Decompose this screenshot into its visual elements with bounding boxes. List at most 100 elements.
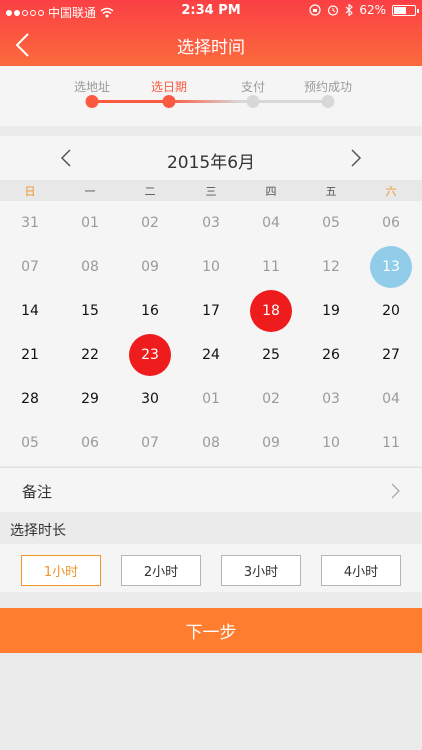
- battery-percent: 62%: [359, 3, 386, 17]
- page-title: 选择时间: [177, 38, 245, 58]
- calendar-day[interactable]: 04: [361, 377, 421, 421]
- calendar-day-number: 03: [202, 215, 220, 231]
- calendar-day-number: 08: [202, 435, 220, 451]
- duration-option-button[interactable]: 2小时: [121, 555, 201, 586]
- calendar-day-number: 16: [141, 303, 159, 319]
- step-dot: [162, 95, 176, 108]
- calendar-day[interactable]: 17: [181, 289, 241, 333]
- calendar-day-number: 02: [262, 391, 280, 407]
- weekday-label: 二: [144, 185, 156, 198]
- calendar-day[interactable]: 01: [181, 377, 241, 421]
- calendar-day-number: 28: [21, 391, 39, 407]
- calendar-day[interactable]: 26: [301, 333, 361, 377]
- duration-option-button[interactable]: 3小时: [221, 555, 301, 586]
- calendar-day-number: 03: [322, 391, 340, 407]
- step-dot: [246, 95, 260, 108]
- calendar-day[interactable]: 04: [241, 201, 301, 245]
- calendar-day[interactable]: 02: [120, 201, 180, 245]
- step-label: 预约成功: [303, 80, 353, 94]
- month-header: 2015年6月: [0, 136, 422, 180]
- calendar-day[interactable]: 05: [301, 201, 361, 245]
- calendar-day-number: 17: [202, 303, 220, 319]
- weekday-row: 日一二三四五六: [0, 180, 422, 201]
- calendar-day-number: 20: [382, 303, 400, 319]
- calendar-day[interactable]: 08: [181, 421, 241, 465]
- calendar-day[interactable]: 27: [361, 333, 421, 377]
- calendar-day-number: 23: [141, 347, 159, 363]
- calendar-day[interactable]: 13: [361, 245, 421, 289]
- calendar-day-number: 27: [382, 347, 400, 363]
- calendar-day-number: 05: [322, 215, 340, 231]
- calendar-day[interactable]: 02: [241, 377, 301, 421]
- calendar: 2015年6月 日 一 二 三 四 五 六 31 01 02 03 04 05 06 07 08 09 10 11…: [0, 136, 422, 466]
- calendar-day[interactable]: 09: [241, 421, 301, 465]
- calendar-day-number: 13: [382, 259, 400, 275]
- calendar-day[interactable]: 29: [60, 377, 120, 421]
- calendar-day[interactable]: 06: [60, 421, 120, 465]
- calendar-day[interactable]: 05: [0, 421, 60, 465]
- next-step-button[interactable]: 下一步: [0, 608, 422, 653]
- calendar-day-number: 04: [262, 215, 280, 231]
- calendar-day-number: 22: [81, 347, 99, 363]
- calendar-day[interactable]: 11: [361, 421, 421, 465]
- calendar-day-number: 02: [141, 215, 159, 231]
- calendar-day[interactable]: 15: [60, 289, 120, 333]
- calendar-day-number: 19: [322, 303, 340, 319]
- calendar-day-number: 26: [322, 347, 340, 363]
- calendar-day-number: 08: [81, 259, 99, 275]
- calendar-day[interactable]: 19: [301, 289, 361, 333]
- battery-level: [394, 6, 407, 14]
- status-bar: 中国联通 2:34 PM 62%: [0, 0, 422, 22]
- calendar-day[interactable]: 01: [60, 201, 120, 245]
- bluetooth-icon: [345, 4, 354, 16]
- calendar-day[interactable]: 22: [60, 333, 120, 377]
- duration-option-button[interactable]: 1小时: [21, 555, 101, 586]
- calendar-day[interactable]: 11: [241, 245, 301, 289]
- note-label: 备注: [22, 483, 53, 501]
- weekday-label: 六: [385, 185, 397, 198]
- calendar-day[interactable]: 14: [0, 289, 60, 333]
- calendar-day[interactable]: 31: [0, 201, 60, 245]
- status-right: 62%: [309, 3, 419, 17]
- calendar-day[interactable]: 08: [60, 245, 120, 289]
- calendar-day[interactable]: 18: [241, 289, 301, 333]
- calendar-day[interactable]: 25: [241, 333, 301, 377]
- calendar-day[interactable]: 03: [181, 201, 241, 245]
- calendar-day-number: 04: [382, 391, 400, 407]
- progress-steps: 选地址 选日期 支付 预约成功: [0, 66, 422, 126]
- calendar-day[interactable]: 30: [120, 377, 180, 421]
- calendar-day-number: 11: [382, 435, 400, 451]
- calendar-day[interactable]: 10: [301, 421, 361, 465]
- calendar-day[interactable]: 06: [361, 201, 421, 245]
- calendar-day[interactable]: 03: [301, 377, 361, 421]
- note-row[interactable]: 备注: [0, 467, 422, 512]
- chevron-right-icon: [391, 483, 400, 499]
- calendar-day[interactable]: 10: [181, 245, 241, 289]
- calendar-day[interactable]: 12: [301, 245, 361, 289]
- step-label: 选日期: [150, 80, 188, 94]
- calendar-day[interactable]: 28: [0, 377, 60, 421]
- calendar-day-number: 06: [382, 215, 400, 231]
- weekday-label: 五: [325, 185, 337, 198]
- battery-icon: [392, 4, 419, 16]
- step-track-done: [92, 100, 169, 103]
- calendar-day-number: 29: [81, 391, 99, 407]
- calendar-day[interactable]: 21: [0, 333, 60, 377]
- duration-option-button[interactable]: 4小时: [321, 555, 401, 586]
- calendar-day[interactable]: 16: [120, 289, 180, 333]
- calendar-day[interactable]: 09: [120, 245, 180, 289]
- calendar-day-number: 30: [141, 391, 159, 407]
- calendar-day[interactable]: 23: [120, 333, 180, 377]
- calendar-day-number: 05: [21, 435, 39, 451]
- weekday-label: 四: [265, 185, 277, 198]
- calendar-day-number: 24: [202, 347, 220, 363]
- header-bar: 中国联通 2:34 PM 62% 选择时间: [0, 0, 422, 66]
- calendar-day[interactable]: 24: [181, 333, 241, 377]
- calendar-day-number: 31: [21, 215, 39, 231]
- calendar-day[interactable]: 07: [120, 421, 180, 465]
- calendar-day[interactable]: 07: [0, 245, 60, 289]
- weekday-label: 一: [84, 185, 96, 198]
- next-month-chevron-icon[interactable]: [345, 148, 365, 168]
- calendar-day[interactable]: 20: [361, 289, 421, 333]
- calendar-day-number: 09: [141, 259, 159, 275]
